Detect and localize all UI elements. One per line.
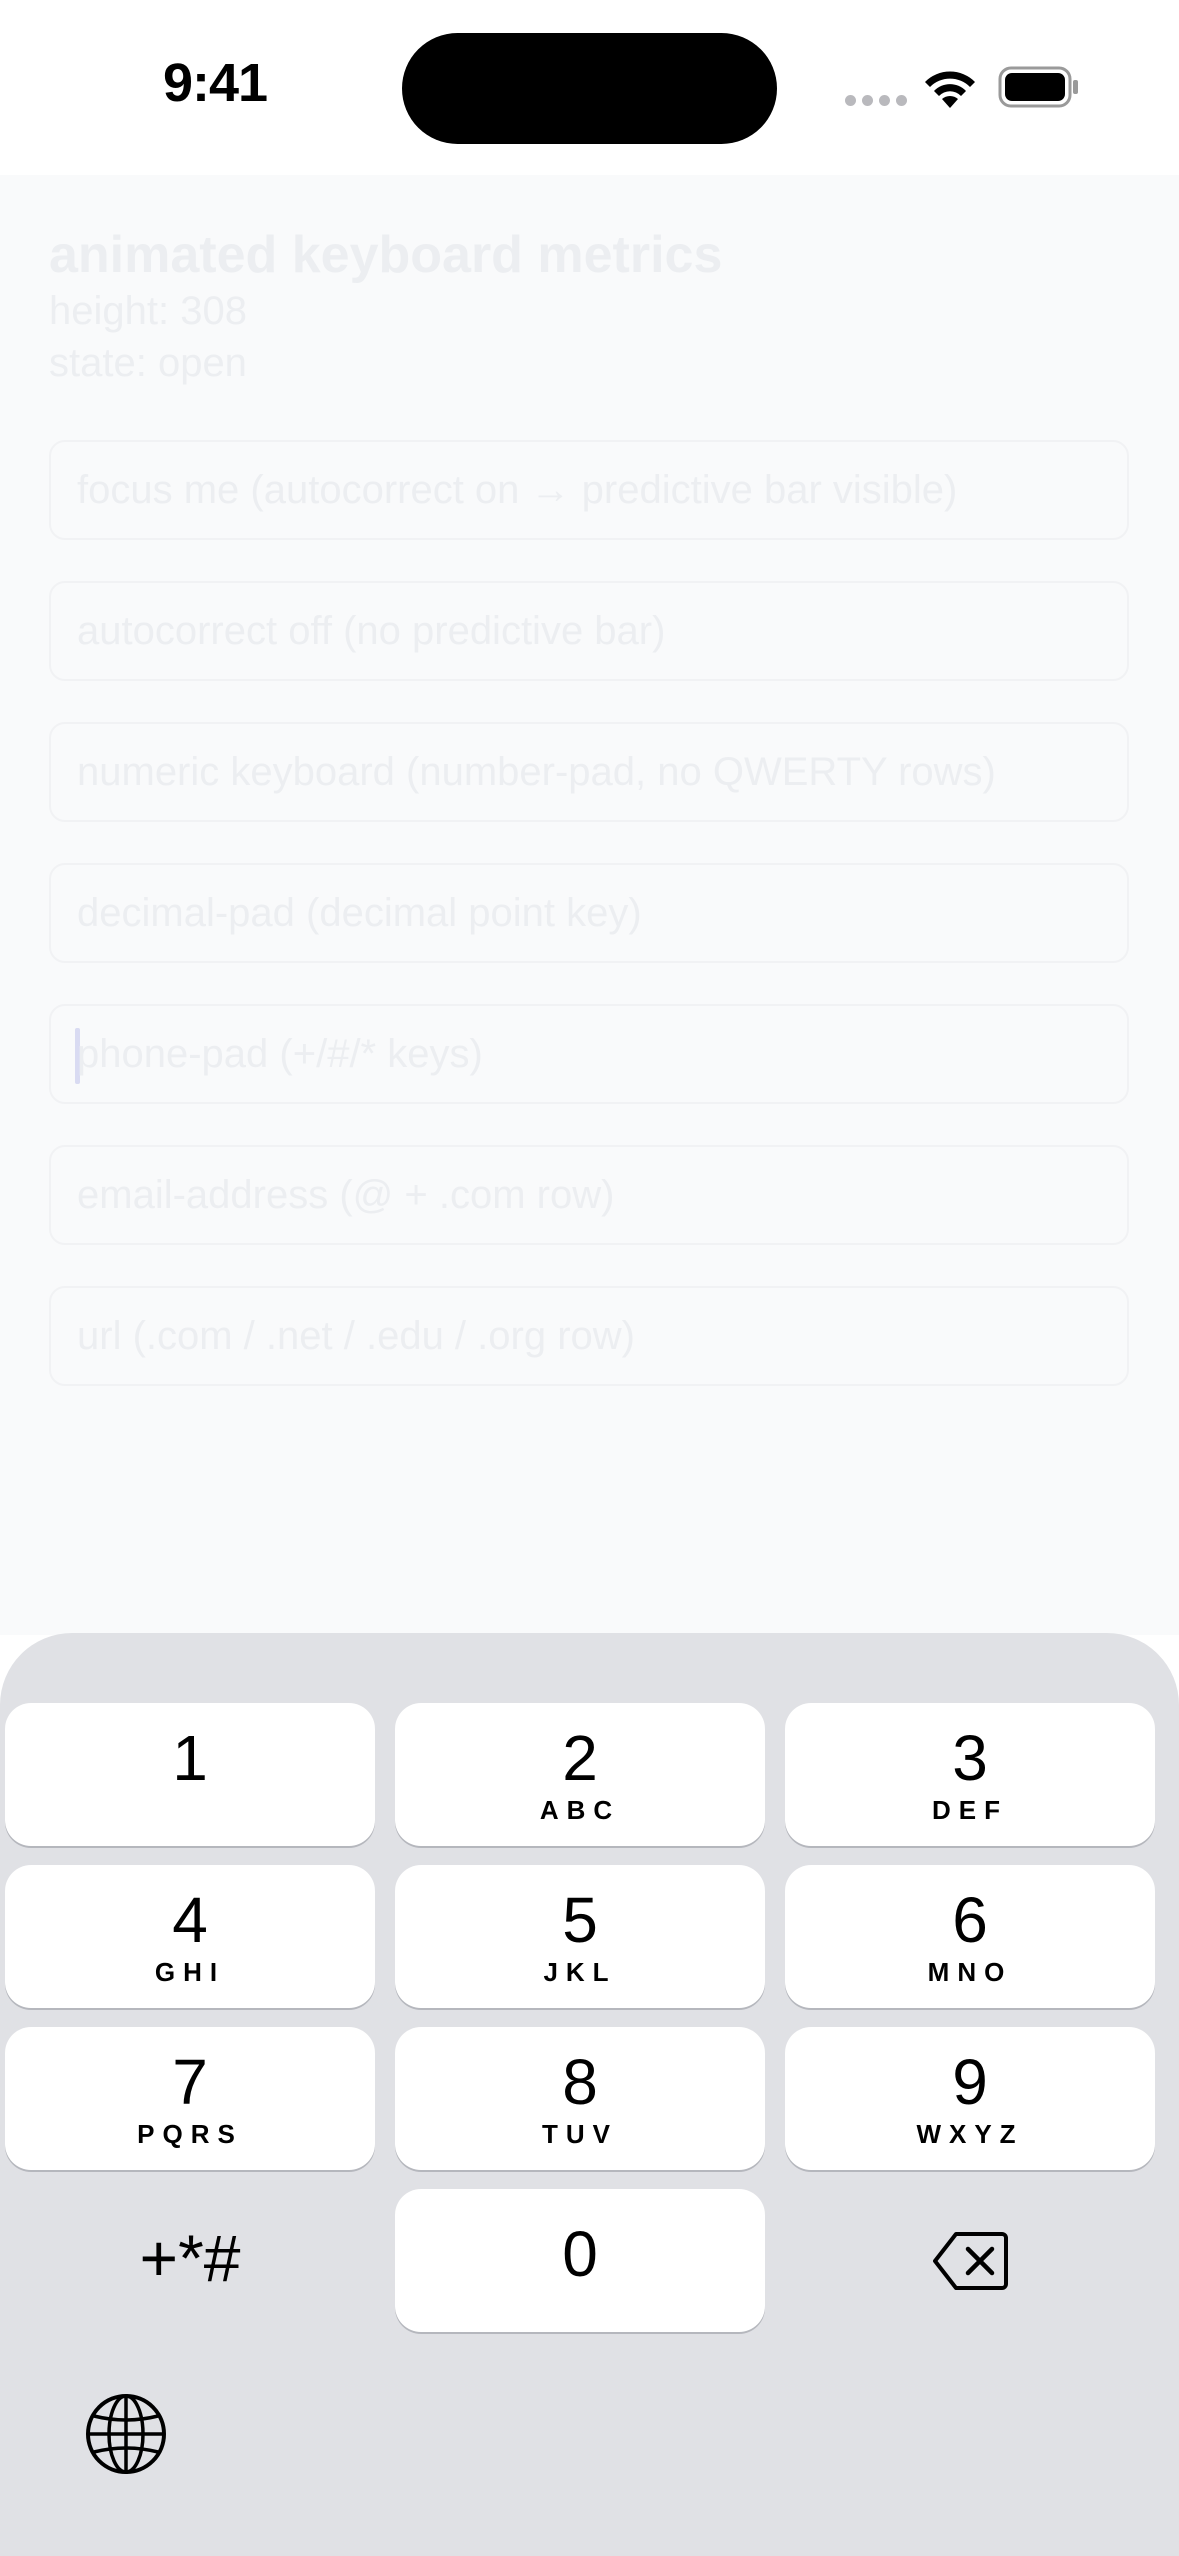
symbols-key[interactable]: +*# [5,2189,375,2332]
input-placeholder: numeric keyboard (number-pad, no QWERTY … [77,750,996,794]
key-letters: PQRS [137,2119,243,2149]
key-0[interactable]: 0 [395,2189,765,2332]
input-placeholder: phone-pad (+/#/* keys) [77,1032,483,1076]
input-placeholder: focus me (autocorrect on → predictive ba… [77,468,958,512]
dynamic-island [402,33,777,144]
input-placeholder: url (.com / .net / .edu / .org row) [77,1314,635,1358]
key-4[interactable]: 4 GHI [5,1865,375,2008]
key-digit: 6 [952,1884,988,1956]
key-3[interactable]: 3 DEF [785,1703,1155,1846]
symbols-key-label: +*# [139,2221,241,2295]
key-7[interactable]: 7 PQRS [5,2027,375,2170]
key-digit: 7 [172,2046,208,2118]
input-field-list: focus me (autocorrect on → predictive ba… [49,440,1129,1427]
metrics-panel: animated keyboard metrics height: 308 st… [49,225,1129,389]
url-input[interactable]: url (.com / .net / .edu / .org row) [49,1286,1129,1386]
app-content: animated keyboard metrics height: 308 st… [0,175,1179,1635]
key-digit: 5 [562,1884,598,1956]
battery-icon [998,66,1078,108]
metrics-title: animated keyboard metrics [49,226,723,284]
key-letters: JKL [543,1957,617,1987]
email-address-input[interactable]: email-address (@ + .com row) [49,1145,1129,1245]
key-digit: 2 [562,1722,598,1794]
autocorrect-on-input[interactable]: focus me (autocorrect on → predictive ba… [49,440,1129,540]
key-digit: 1 [172,1722,208,1794]
key-digit: 3 [952,1722,988,1794]
key-6[interactable]: 6 MNO [785,1865,1155,2008]
key-digit: 0 [562,2218,598,2290]
key-9[interactable]: 9 WXYZ [785,2027,1155,2170]
status-time: 9:41 [162,53,268,113]
autocorrect-off-input[interactable]: autocorrect off (no predictive bar) [49,581,1129,681]
delete-left-icon[interactable] [932,2230,1008,2292]
globe-icon[interactable] [84,2392,168,2476]
key-letters: MNO [927,1957,1013,1987]
key-2[interactable]: 2 ABC [395,1703,765,1846]
key-digit: 9 [952,2046,988,2118]
cellular-signal-icon [845,95,907,106]
status-bar: 9:41 [0,0,1179,175]
key-digit: 4 [172,1884,208,1956]
key-letters: DEF [932,1795,1008,1825]
key-letters: TUV [542,2119,618,2149]
key-letters: GHI [154,1957,226,1987]
input-placeholder: email-address (@ + .com row) [77,1173,615,1217]
key-8[interactable]: 8 TUV [395,2027,765,2170]
key-digit: 8 [562,2046,598,2118]
input-placeholder: decimal-pad (decimal point key) [77,891,642,935]
key-letters: WXYZ [916,2119,1024,2149]
key-1[interactable]: 1 [5,1703,375,1846]
key-letters: ABC [539,1795,621,1825]
number-pad-input[interactable]: numeric keyboard (number-pad, no QWERTY … [49,722,1129,822]
keyboard-state-label: state: open [49,341,247,385]
input-placeholder: autocorrect off (no predictive bar) [77,609,666,653]
phone-pad-input[interactable]: phone-pad (+/#/* keys) [49,1004,1129,1104]
key-5[interactable]: 5 JKL [395,1865,765,2008]
wifi-icon [925,71,975,108]
decimal-pad-input[interactable]: decimal-pad (decimal point key) [49,863,1129,963]
keyboard-height-label: height: 308 [49,289,247,333]
